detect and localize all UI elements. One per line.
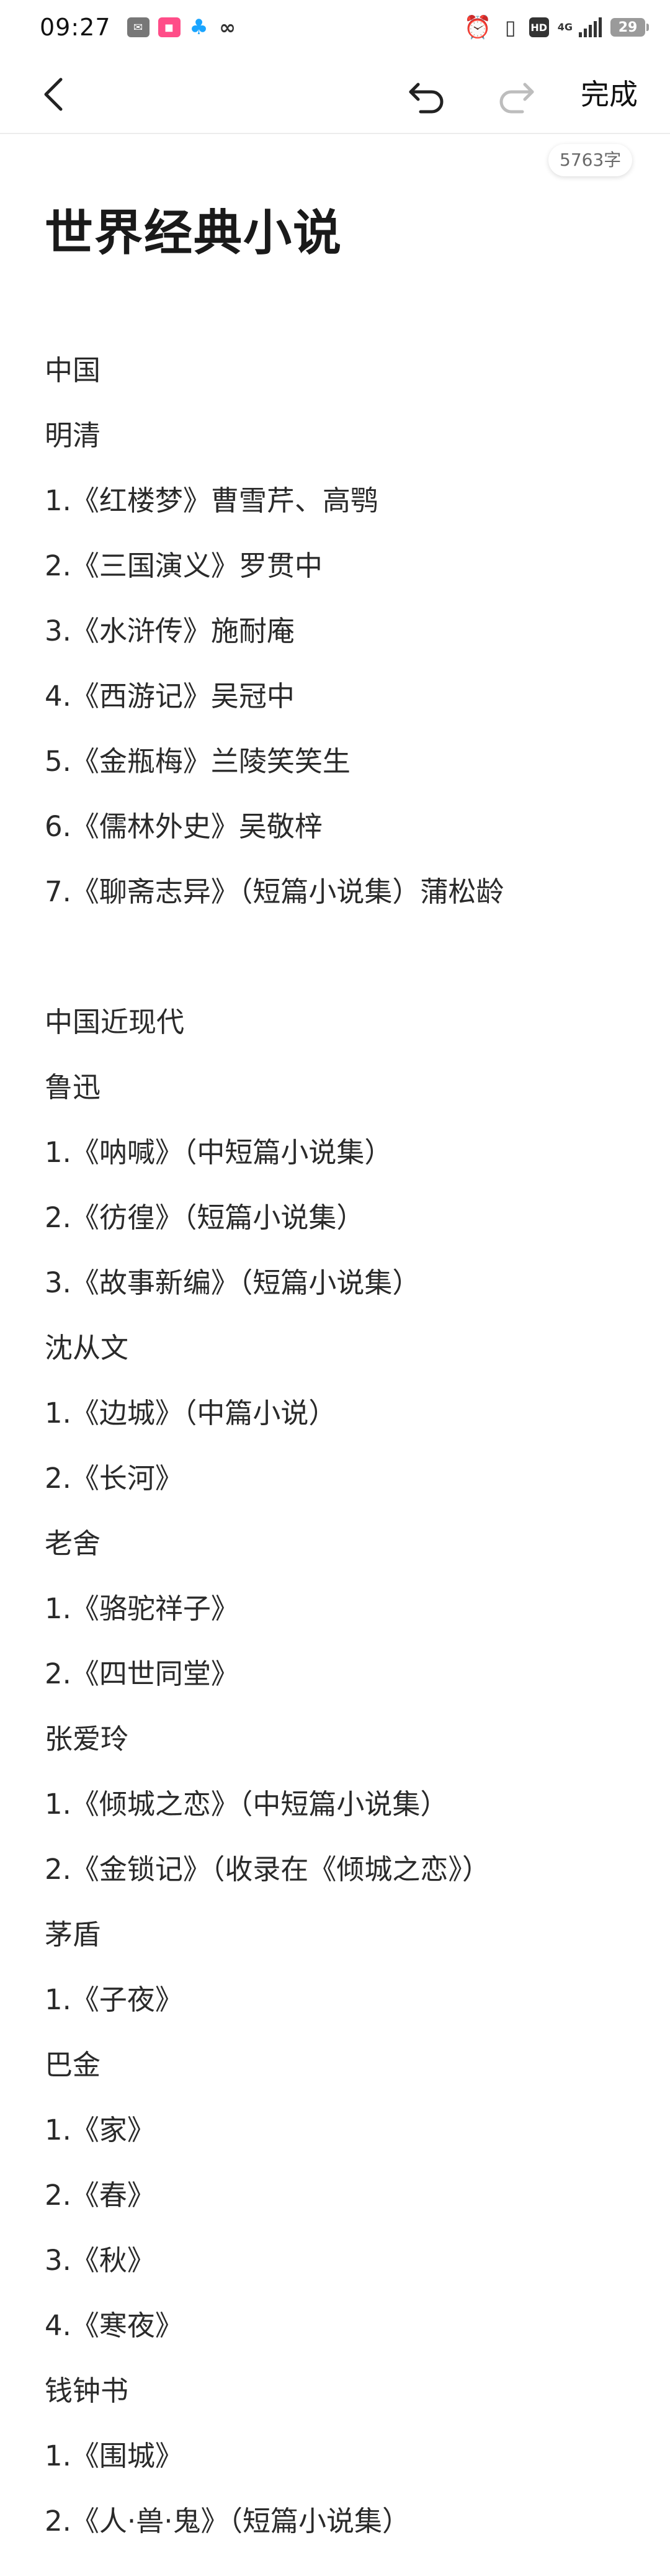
signal-icon	[579, 17, 602, 37]
text-line: 2.《金锁记》（收录在《倾城之恋》）	[45, 1853, 490, 1886]
text-line: 1.《骆驼祥子》	[45, 1592, 239, 1625]
text-line: 1.《呐喊》（中短篇小说集）	[45, 1136, 393, 1169]
text-line: 2.《四世同堂》	[45, 1657, 239, 1690]
undo-icon	[409, 83, 444, 114]
text-line: 张爱玲	[45, 1723, 129, 1755]
editor-toolbar: 完成	[0, 55, 670, 134]
hd-icon: HD	[529, 17, 549, 37]
status-right: ⏰ ▯ HD 4G 29	[463, 15, 649, 40]
network-type: 4G	[557, 21, 573, 33]
text-line: 3.《故事新编》（短篇小说集）	[45, 1266, 421, 1299]
app-notification-icon: ◼	[158, 17, 181, 37]
redo-button[interactable]	[495, 77, 537, 114]
redo-icon	[499, 83, 534, 114]
battery-icon: 29	[610, 18, 649, 37]
back-button[interactable]	[35, 76, 72, 113]
qq-notification-icon: ♣	[189, 15, 208, 40]
word-count-badge: 5763字	[548, 144, 633, 176]
battery-level: 29	[618, 19, 638, 35]
text-line: 7.《聊斋志异》（短篇小说集）蒲松龄	[45, 875, 504, 908]
chevron-left-icon	[44, 78, 63, 111]
text-line: 2.《人·兽·鬼》（短篇小说集）	[45, 2505, 411, 2538]
message-notification-icon: ✉	[127, 17, 150, 37]
text-line: 4.《寒夜》	[45, 2309, 183, 2342]
document-title[interactable]: 世界经典小说	[45, 202, 342, 264]
text-line: 2.《长河》	[45, 1462, 183, 1495]
vibrate-icon: ▯	[504, 16, 516, 39]
alarm-icon: ⏰	[463, 15, 492, 40]
text-line: 1.《家》	[45, 2114, 155, 2146]
text-line: 2.《三国演义》罗贯中	[45, 549, 323, 582]
text-line: 3.《水浒传》施耐庵	[45, 615, 295, 647]
text-line: 中国	[45, 354, 101, 387]
text-line: 中国近现代	[45, 1006, 185, 1038]
undo-button[interactable]	[406, 77, 448, 114]
text-line: 2.《春》	[45, 2179, 155, 2212]
text-line: 1.《子夜》	[45, 1983, 183, 2016]
text-line: 1.《倾城之恋》（中短篇小说集）	[45, 1788, 449, 1821]
text-line: 1.《围城》	[45, 2439, 183, 2472]
status-bar: 09:27 ✉ ◼ ♣ ∞ ⏰ ▯ HD 4G 29	[0, 0, 670, 55]
blank-line	[45, 941, 640, 1006]
text-line: 沈从文	[45, 1331, 129, 1364]
text-line: 茅盾	[45, 1918, 101, 1951]
text-line: 鲁迅	[45, 1071, 101, 1104]
text-line: 1.《红楼梦》曹雪芹、高鹗	[45, 484, 378, 517]
status-left: 09:27 ✉ ◼ ♣ ∞	[40, 14, 238, 41]
document-body[interactable]: 中国明清 1.《红楼梦》曹雪芹、高鹗 2.《三国演义》罗贯中 3.《水浒传》施耐庵 4.…	[45, 354, 640, 2570]
text-line: 老舍	[45, 1527, 101, 1560]
text-line: 明清	[45, 419, 101, 452]
text-line: 巴金	[45, 2048, 101, 2081]
text-line: 3.《秋》	[45, 2244, 155, 2277]
status-time: 09:27	[40, 14, 111, 41]
text-line: 2.《彷徨》（短篇小说集）	[45, 1201, 365, 1234]
text-line: 钱钟书	[45, 2374, 129, 2407]
text-line: 5.《金瓶梅》兰陵笑笑生	[45, 745, 351, 778]
link-notification-icon: ∞	[219, 16, 236, 39]
text-line: 6.《儒林外史》吴敬梓	[45, 810, 323, 843]
text-line: 1.《边城》（中篇小说）	[45, 1397, 337, 1430]
text-line: 4.《西游记》吴冠中	[45, 680, 295, 713]
done-button[interactable]: 完成	[581, 74, 638, 114]
